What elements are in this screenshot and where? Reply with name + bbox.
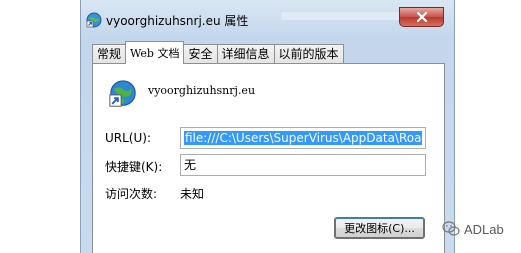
tab-previous-versions[interactable]: 以前的版本 (273, 44, 344, 64)
change-icon-button[interactable]: 更改图标(C)... (334, 217, 425, 239)
shortcut-key-label: 快捷键(K): (105, 160, 163, 174)
tab-general[interactable]: 常规 (92, 44, 127, 64)
window-title: vyoorghizuhsnrj.eu 属性 (106, 14, 249, 28)
visits-value: 未知 (180, 187, 205, 201)
watermark-text: ADLab (464, 221, 504, 237)
divider (103, 116, 436, 117)
url-field[interactable]: file:///C:\Users\SuperVirus\AppData\Roa (180, 127, 426, 149)
visits-label: 访问次数: (105, 187, 158, 201)
watermark: ADLab (442, 220, 504, 238)
tab-strip: 常规 Web 文档 安全 详细信息 以前的版本 (92, 41, 344, 64)
properties-window: vyoorghizuhsnrj.eu 属性 常规 Web 文档 安全 详细信息 … (80, 0, 455, 253)
tab-panel: vyoorghizuhsnrj.eu URL(U): file:///C:\Us… (92, 63, 445, 253)
shortcut-key-value: 无 (184, 158, 197, 172)
wechat-icon (442, 221, 460, 236)
internet-shortcut-icon (109, 80, 136, 107)
tab-web-document[interactable]: Web 文档 (125, 41, 185, 64)
close-button[interactable] (399, 7, 444, 27)
tab-security[interactable]: 安全 (183, 44, 218, 64)
tab-details[interactable]: 详细信息 (216, 44, 275, 64)
title-bar[interactable]: vyoorghizuhsnrj.eu 属性 (81, 0, 454, 34)
internet-shortcut-icon (86, 12, 102, 28)
title-bar-blur (281, 12, 411, 20)
close-icon (416, 11, 427, 23)
file-name: vyoorghizuhsnrj.eu (148, 84, 256, 97)
url-value: file:///C:\Users\SuperVirus\AppData\Roa (184, 131, 423, 145)
shortcut-key-field[interactable]: 无 (180, 154, 426, 176)
url-label: URL(U): (105, 131, 151, 145)
